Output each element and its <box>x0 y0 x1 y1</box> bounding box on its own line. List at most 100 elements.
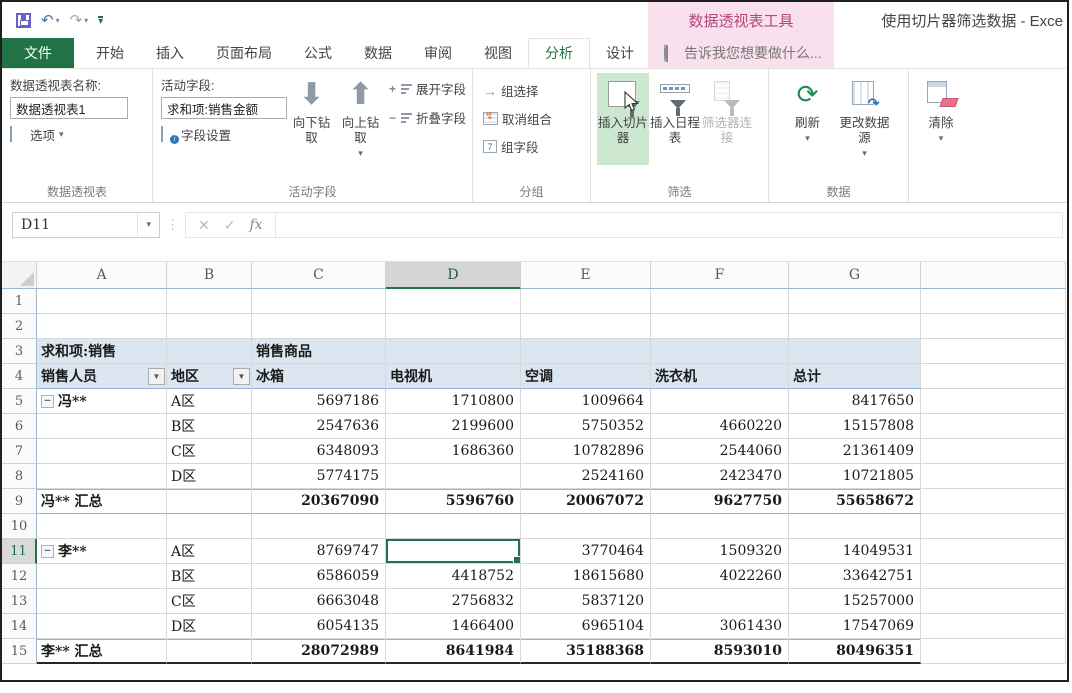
cell-F13[interactable] <box>651 589 789 614</box>
cell-C11[interactable]: 8769747 <box>252 539 386 564</box>
cell-D9[interactable]: 5596760 <box>386 489 521 514</box>
cell-A6[interactable] <box>37 414 167 439</box>
cell-H10[interactable] <box>921 514 1066 539</box>
cell-E10[interactable] <box>521 514 651 539</box>
row-header-5[interactable]: 5 <box>2 389 37 414</box>
insert-timeline-button[interactable]: 插入日程表 <box>649 73 701 165</box>
cell-C2[interactable] <box>252 314 386 339</box>
cell-D7[interactable]: 1686360 <box>386 439 521 464</box>
cell-G3[interactable] <box>789 339 921 364</box>
cell-B9[interactable] <box>167 489 252 514</box>
cell-E8[interactable]: 2524160 <box>521 464 651 489</box>
cell-C8[interactable]: 5774175 <box>252 464 386 489</box>
cell-D5[interactable]: 1710800 <box>386 389 521 414</box>
cell-A10[interactable] <box>37 514 167 539</box>
filter-dropdown-button[interactable]: ▼ <box>148 368 165 385</box>
collapse-field-button[interactable]: − 折叠字段 <box>389 108 466 127</box>
cell-H1[interactable] <box>921 289 1066 314</box>
row-header-14[interactable]: 14 <box>2 614 37 639</box>
cell-F6[interactable]: 4660220 <box>651 414 789 439</box>
cell-B3[interactable] <box>167 339 252 364</box>
drill-down-button[interactable]: ⬇ 向下钻取 <box>287 73 336 165</box>
row-header-6[interactable]: 6 <box>2 414 37 439</box>
cell-B10[interactable] <box>167 514 252 539</box>
cell-D8[interactable] <box>386 464 521 489</box>
formula-input[interactable] <box>276 212 1063 238</box>
cell-B8[interactable]: D区 <box>167 464 252 489</box>
cell-G12[interactable]: 33642751 <box>789 564 921 589</box>
cell-F8[interactable]: 2423470 <box>651 464 789 489</box>
cell-H12[interactable] <box>921 564 1066 589</box>
cell-B4[interactable]: 地区▼ <box>167 364 252 389</box>
row-header-12[interactable]: 12 <box>2 564 37 589</box>
tab-insert[interactable]: 插入 <box>140 38 200 68</box>
cell-E1[interactable] <box>521 289 651 314</box>
cell-E3[interactable] <box>521 339 651 364</box>
tab-file[interactable]: 文件 <box>2 38 74 68</box>
cell-B13[interactable]: C区 <box>167 589 252 614</box>
cell-B1[interactable] <box>167 289 252 314</box>
tab-page-layout[interactable]: 页面布局 <box>200 38 288 68</box>
cell-F4[interactable]: 洗衣机 <box>651 364 789 389</box>
row-header-1[interactable]: 1 <box>2 289 37 314</box>
column-header-G[interactable]: G <box>789 261 921 289</box>
column-header-B[interactable]: B <box>167 261 252 289</box>
cell-D4[interactable]: 电视机 <box>386 364 521 389</box>
cell-G4[interactable]: 总计 <box>789 364 921 389</box>
cell-F3[interactable] <box>651 339 789 364</box>
tab-design[interactable]: 设计 <box>590 38 650 68</box>
row-header-10[interactable]: 10 <box>2 514 37 539</box>
cell-D15[interactable]: 8641984 <box>386 639 521 664</box>
cell-C12[interactable]: 6586059 <box>252 564 386 589</box>
save-button[interactable] <box>16 13 31 28</box>
cell-G7[interactable]: 21361409 <box>789 439 921 464</box>
ungroup-button[interactable]: 取消组合 <box>483 109 552 128</box>
cell-B2[interactable] <box>167 314 252 339</box>
pivot-name-input[interactable]: 数据透视表1 <box>10 97 128 119</box>
cell-E11[interactable]: 3770464 <box>521 539 651 564</box>
cell-A14[interactable] <box>37 614 167 639</box>
active-field-input[interactable]: 求和项:销售金额 <box>161 97 287 119</box>
row-header-9[interactable]: 9 <box>2 489 37 514</box>
field-settings-button[interactable]: i 字段设置 <box>161 125 287 144</box>
cell-E2[interactable] <box>521 314 651 339</box>
cell-G5[interactable]: 8417650 <box>789 389 921 414</box>
cell-H13[interactable] <box>921 589 1066 614</box>
filter-dropdown-button[interactable]: ▼ <box>233 368 250 385</box>
cell-B14[interactable]: D区 <box>167 614 252 639</box>
cell-F11[interactable]: 1509320 <box>651 539 789 564</box>
cell-C3[interactable]: 销售商品▼ <box>252 339 386 364</box>
cell-G14[interactable]: 17547069 <box>789 614 921 639</box>
row-header-15[interactable]: 15 <box>2 639 37 664</box>
cell-A2[interactable] <box>37 314 167 339</box>
refresh-button[interactable]: ⟳ 刷新 ▾ <box>782 73 834 165</box>
change-data-source-button[interactable]: ↷ 更改数据源 ▾ <box>834 73 896 165</box>
cell-D3[interactable] <box>386 339 521 364</box>
expand-field-button[interactable]: + 展开字段 <box>389 79 466 98</box>
cell-B12[interactable]: B区 <box>167 564 252 589</box>
cell-D12[interactable]: 4418752 <box>386 564 521 589</box>
cell-G11[interactable]: 14049531 <box>789 539 921 564</box>
cell-H11[interactable] <box>921 539 1066 564</box>
row-header-4[interactable]: 4 <box>2 364 37 389</box>
column-header-F[interactable]: F <box>651 261 789 289</box>
cell-G9[interactable]: 55658672 <box>789 489 921 514</box>
cell-C15[interactable]: 28072989 <box>252 639 386 664</box>
row-header-2[interactable]: 2 <box>2 314 37 339</box>
cell-G2[interactable] <box>789 314 921 339</box>
cell-D13[interactable]: 2756832 <box>386 589 521 614</box>
cell-C4[interactable]: 冰箱 <box>252 364 386 389</box>
cell-A5[interactable]: −冯** <box>37 389 167 414</box>
undo-button[interactable]: ↶▾ <box>41 11 60 29</box>
cell-C5[interactable]: 5697186 <box>252 389 386 414</box>
cell-G13[interactable]: 15257000 <box>789 589 921 614</box>
column-header-E[interactable]: E <box>521 261 651 289</box>
cell-B15[interactable] <box>167 639 252 664</box>
cell-G1[interactable] <box>789 289 921 314</box>
cell-C9[interactable]: 20367090 <box>252 489 386 514</box>
cell-A13[interactable] <box>37 589 167 614</box>
cell-A11[interactable]: −李** <box>37 539 167 564</box>
cell-H2[interactable] <box>921 314 1066 339</box>
cell-B5[interactable]: A区 <box>167 389 252 414</box>
cell-E5[interactable]: 1009664 <box>521 389 651 414</box>
